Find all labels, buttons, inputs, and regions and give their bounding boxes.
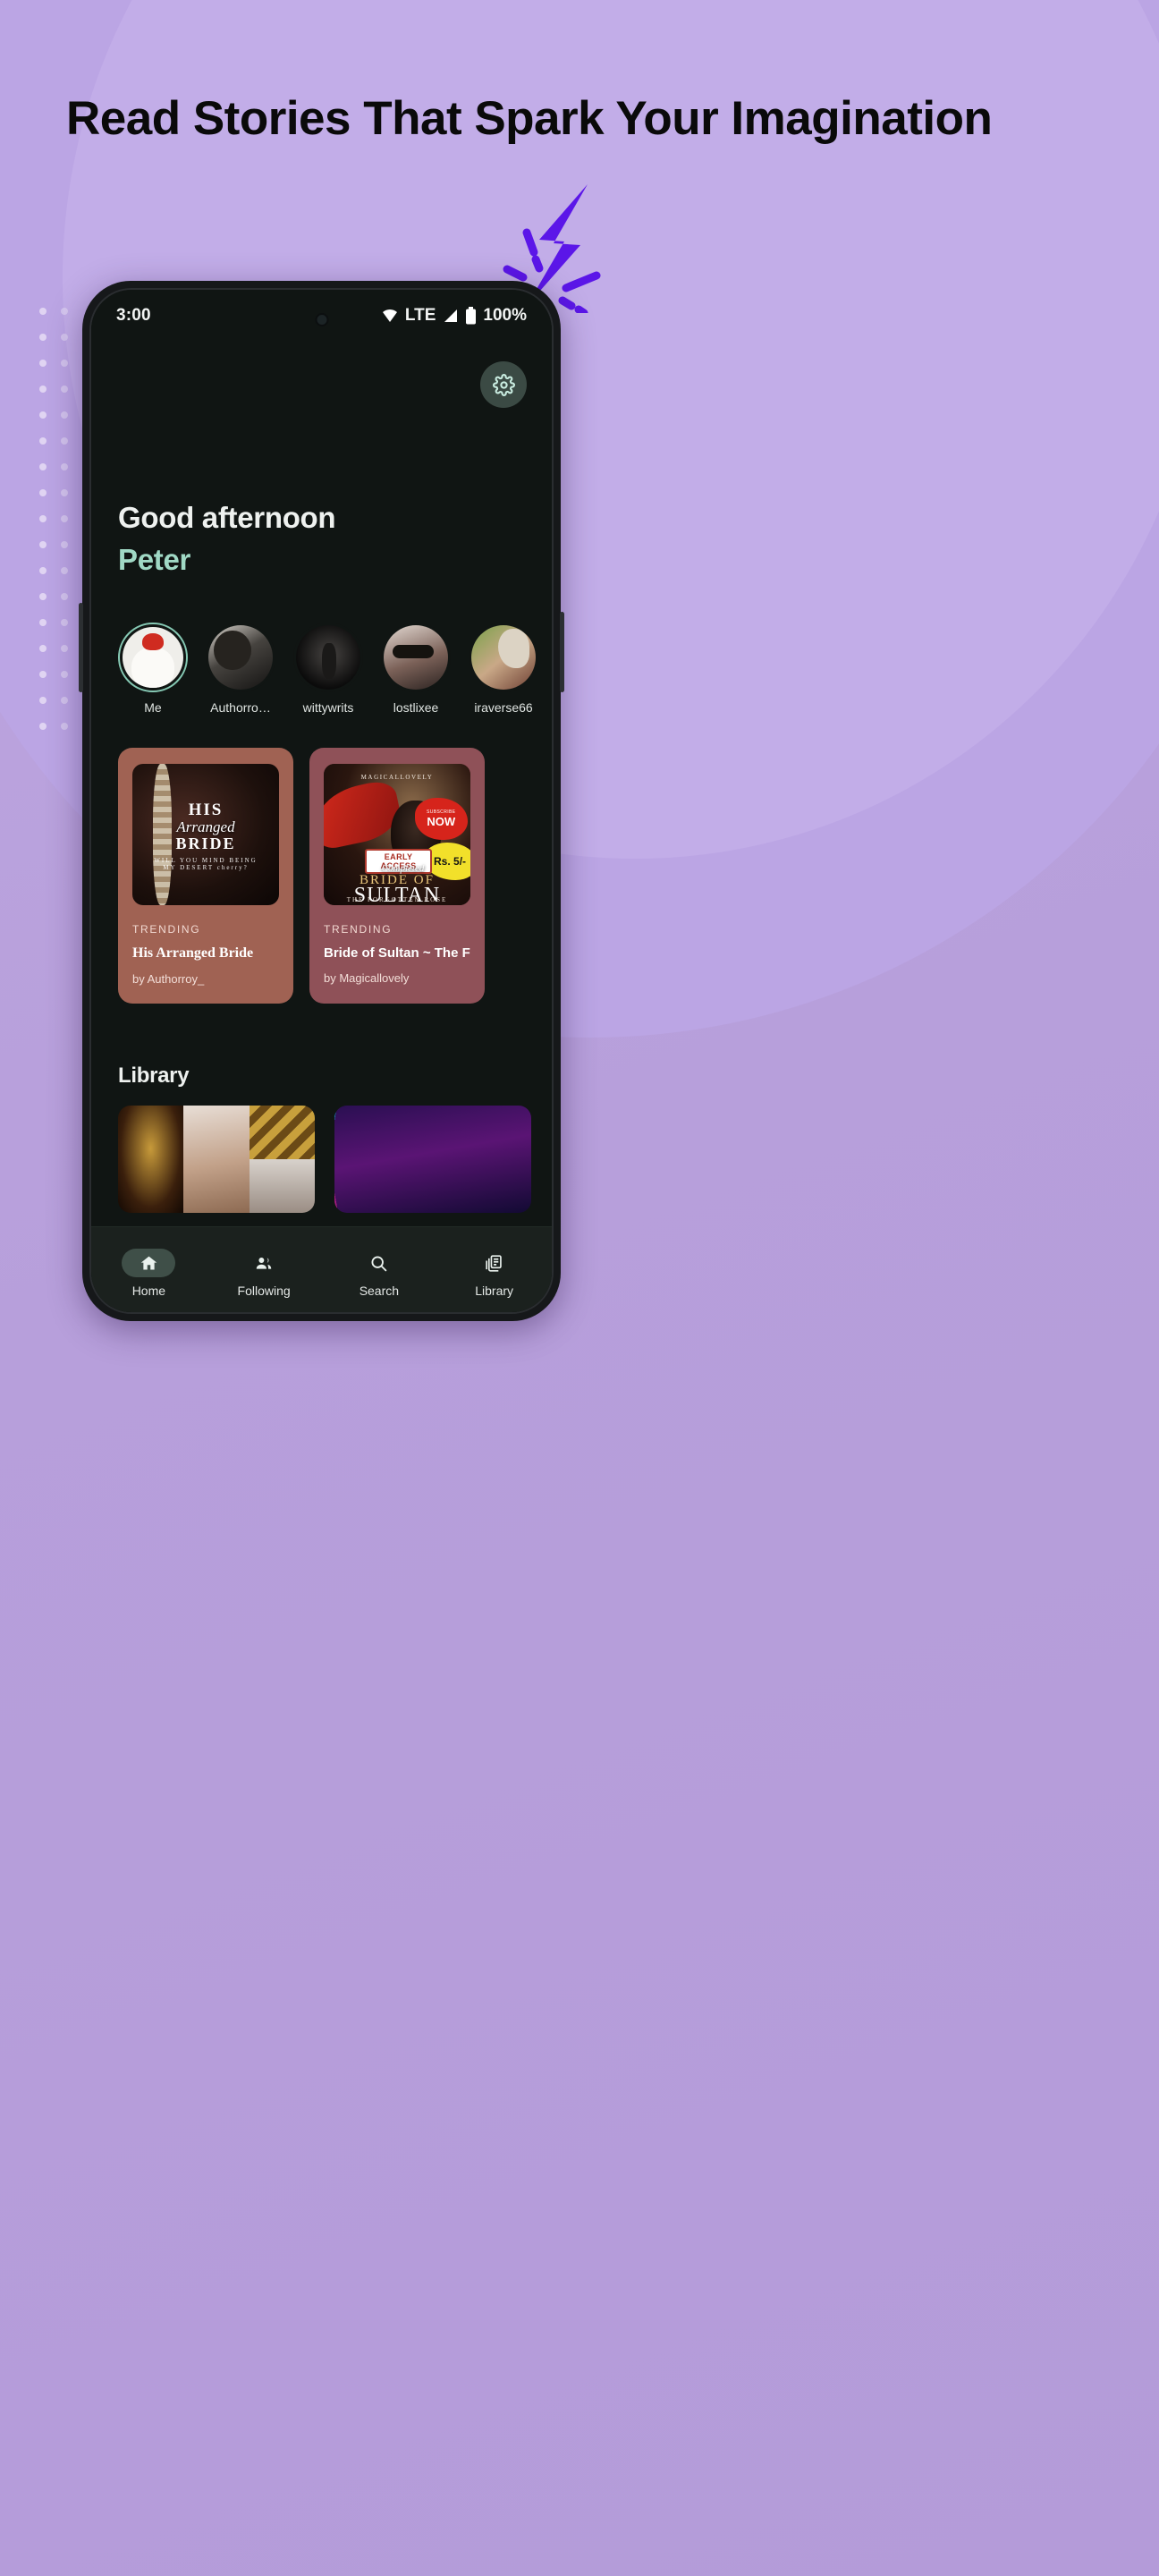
story-title: Bride of Sultan ~ The F xyxy=(324,945,470,961)
home-icon xyxy=(140,1254,158,1273)
story-item-me[interactable]: Me xyxy=(118,623,188,715)
app-screen: 3:00 LTE 100% Good afternoon Peter Me Au… xyxy=(91,290,552,1312)
trending-card[interactable]: MAGICALLOVELY SUBSCRIBE NOW Rs. 5/- EARL… xyxy=(309,748,485,1004)
nav-label: Following xyxy=(237,1284,291,1298)
trending-card[interactable]: HIS Arranged BRIDE WILL YOU MIND BEING M… xyxy=(118,748,293,1004)
avatar xyxy=(471,625,536,690)
trending-row[interactable]: HIS Arranged BRIDE WILL YOU MIND BEING M… xyxy=(91,748,552,1004)
cover-tagline1: WILL YOU MIND BEING xyxy=(154,857,258,865)
nav-item-following[interactable]: Following xyxy=(219,1249,309,1298)
decorative-dot-column-left xyxy=(39,308,47,730)
greeting-block: Good afternoon Peter xyxy=(118,501,336,577)
signal-bars-icon xyxy=(442,308,459,324)
story-label: lostlixee xyxy=(393,700,439,715)
wifi-icon xyxy=(381,308,399,324)
library-thumb-part xyxy=(183,1106,250,1213)
avatar xyxy=(123,627,183,688)
cover-tagline2: MY DESERT cherry? xyxy=(163,864,249,872)
library-thumb-part xyxy=(249,1106,315,1213)
library-thumb-part xyxy=(118,1106,184,1213)
library-card[interactable] xyxy=(334,1106,531,1213)
library-card[interactable] xyxy=(118,1106,315,1213)
story-item-iraverse66[interactable]: iraverse66 xyxy=(469,623,538,715)
nav-item-home[interactable]: Home xyxy=(104,1249,193,1298)
power-button[interactable] xyxy=(560,612,564,692)
network-type-label: LTE xyxy=(404,306,436,325)
front-camera xyxy=(315,313,328,326)
story-item-authorroy[interactable]: Authorro… xyxy=(206,623,275,715)
status-bar: 3:00 LTE 100% xyxy=(91,290,552,342)
cover-title-line1: HIS xyxy=(188,801,224,820)
page-title: Read Stories That Spark Your Imagination xyxy=(66,92,993,145)
status-time: 3:00 xyxy=(116,306,151,325)
cover-subtitle: THE FORGOTTEN ROSE xyxy=(346,896,448,904)
trending-label: TRENDING xyxy=(132,923,201,936)
avatar xyxy=(296,625,360,690)
avatar xyxy=(384,625,448,690)
subscribe-now-label: NOW xyxy=(427,815,456,829)
cover-title-line2: Arranged xyxy=(176,818,235,836)
story-item-wittywrits[interactable]: wittywrits xyxy=(293,623,363,715)
book-cover-image: MAGICALLOVELY SUBSCRIBE NOW Rs. 5/- EARL… xyxy=(324,764,470,905)
gear-icon xyxy=(492,373,515,396)
story-byline: by Magicallovely xyxy=(324,971,410,985)
search-icon xyxy=(369,1254,388,1273)
settings-button[interactable] xyxy=(480,361,527,408)
stories-row[interactable]: Me Authorro… wittywrits lostlixee iraver… xyxy=(91,623,552,715)
story-byline: by Authorroy_ xyxy=(132,972,205,986)
story-label: wittywrits xyxy=(302,700,354,715)
cover-title-line3: BRIDE xyxy=(175,835,236,853)
library-section-heading: Library xyxy=(118,1063,190,1088)
story-label: Me xyxy=(144,700,162,715)
avatar xyxy=(208,625,273,690)
library-books-icon xyxy=(485,1254,503,1273)
trending-label: TRENDING xyxy=(324,923,393,936)
phone-mockup: 3:00 LTE 100% Good afternoon Peter Me Au… xyxy=(79,281,564,1321)
nav-label: Home xyxy=(131,1284,166,1298)
library-row[interactable] xyxy=(91,1106,552,1213)
battery-percent-label: 100% xyxy=(483,306,527,325)
bottom-navigation[interactable]: Home Following Search Library xyxy=(91,1226,552,1312)
nav-item-library[interactable]: Library xyxy=(450,1249,539,1298)
story-title: His Arranged Bride xyxy=(132,945,254,961)
nav-label: Search xyxy=(359,1284,400,1298)
story-label: Authorro… xyxy=(210,700,271,715)
nav-item-search[interactable]: Search xyxy=(334,1249,424,1298)
book-cover-image: HIS Arranged BRIDE WILL YOU MIND BEING M… xyxy=(132,764,279,905)
nav-label: Library xyxy=(475,1284,514,1298)
volume-button[interactable] xyxy=(79,603,83,692)
greeting-username: Peter xyxy=(118,543,191,576)
story-item-lostlixee[interactable]: lostlixee xyxy=(381,623,451,715)
library-thumb-part xyxy=(334,1106,531,1213)
greeting-line: Good afternoon xyxy=(118,501,336,534)
decorative-dot-column-right xyxy=(61,308,68,730)
story-label: iraverse66 xyxy=(474,700,533,715)
people-icon xyxy=(254,1254,274,1273)
cover-author: MAGICALLOVELY xyxy=(360,774,434,782)
battery-full-icon xyxy=(465,307,477,325)
